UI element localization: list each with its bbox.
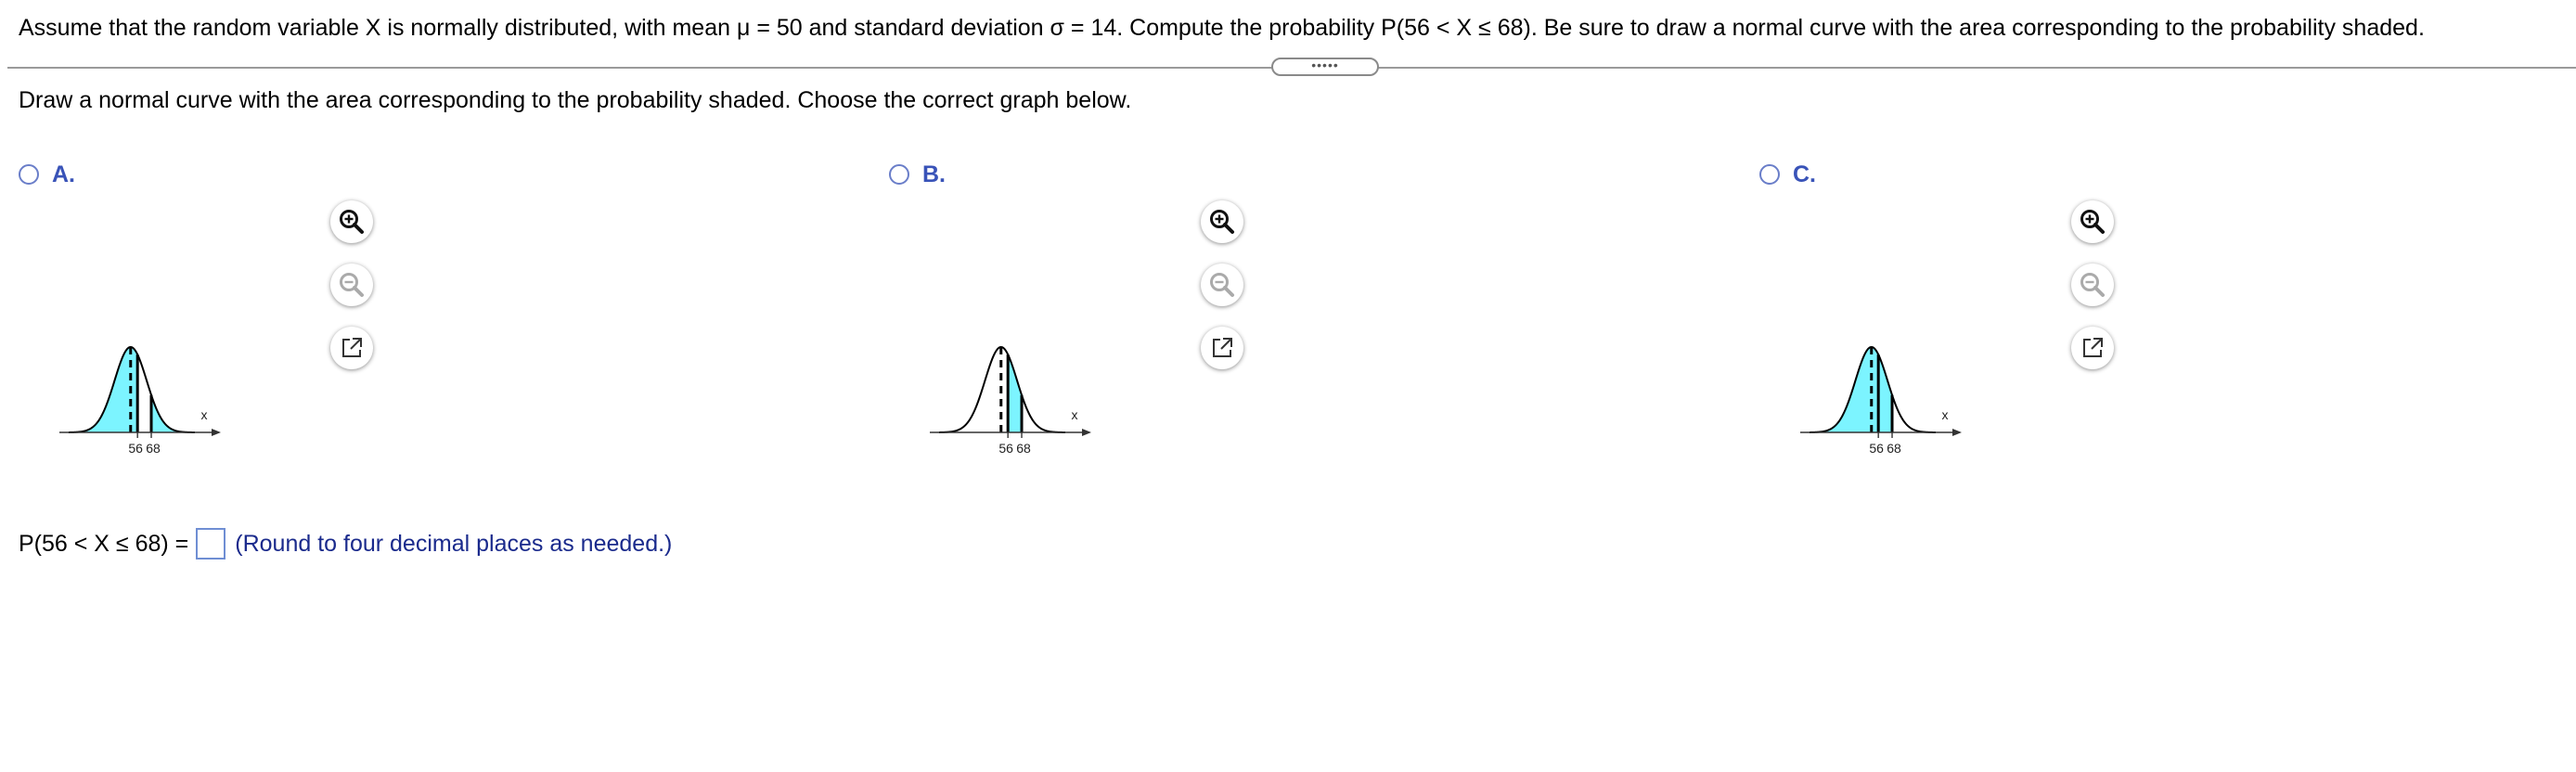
zoom-out-icon [340,273,364,297]
answer-prompt: P(56 < X ≤ 68) = [19,530,189,557]
option-c-zoom-in-button[interactable] [2071,200,2114,243]
option-a: A. 56 68 x [19,154,854,507]
zoom-out-icon [1210,273,1234,297]
zoom-in-icon [340,210,364,234]
option-b-normal-curve-graph: 56 68 x [930,345,1091,456]
option-b-popout-button[interactable] [1201,327,1243,369]
option-b-letter: B. [922,161,946,187]
shaded-area [69,347,138,432]
option-c-choice[interactable]: C. [1759,160,1816,189]
rounding-hint: (Round to four decimal places as needed.… [235,530,673,557]
option-a-letter: A. [52,161,75,187]
option-b-zoom-in-button[interactable] [1201,200,1243,243]
option-b-radio[interactable] [889,164,909,185]
option-c: C. 56 68 x [1759,154,2576,507]
option-b-zoom-out-button[interactable] [1201,264,1243,306]
open-in-new-window-icon [2083,338,2103,357]
zoom-in-icon [2080,210,2105,234]
tick-label: 68 [1016,441,1031,456]
x-axis-arrow [212,429,221,436]
x-axis-label: x [1942,407,1949,422]
option-b-choice[interactable]: B. [889,160,946,189]
question-text: Assume that the random variable X is nor… [19,15,2425,41]
x-axis-arrow [1952,429,1962,436]
option-a-popout-button[interactable] [330,327,373,369]
option-a-normal-curve-graph: 56 68 x [59,345,221,456]
x-axis-label: x [1072,407,1078,422]
tick-label: 56 [1869,441,1884,456]
open-in-new-window-icon [342,338,362,357]
tick-label: 68 [146,441,161,456]
option-c-normal-curve-graph: 56 68 x [1800,345,1962,456]
option-c-popout-button[interactable] [2071,327,2114,369]
tick-label: 68 [1887,441,1901,456]
option-a-radio[interactable] [19,164,39,185]
tick-label: 56 [128,441,143,456]
option-c-zoom-out-button[interactable] [2071,264,2114,306]
x-axis-label: x [201,407,208,422]
expand-question-handle[interactable]: ••••• [1271,58,1379,76]
option-a-zoom-in-button[interactable] [330,200,373,243]
answer-row: P(56 < X ≤ 68) = (Round to four decimal … [19,525,672,562]
instruction-text: Draw a normal curve with the area corres… [19,87,1132,113]
zoom-out-icon [2080,273,2105,297]
tick-label: 56 [998,441,1013,456]
option-a-zoom-out-button[interactable] [330,264,373,306]
zoom-in-icon [1210,210,1234,234]
option-c-radio[interactable] [1759,164,1780,185]
x-axis-arrow [1082,429,1091,436]
option-b: B. 56 68 x [889,154,1724,507]
shaded-area [1008,354,1023,432]
open-in-new-window-icon [1213,338,1232,357]
probability-answer-input[interactable] [196,528,226,560]
option-a-choice[interactable]: A. [19,160,75,189]
option-c-letter: C. [1793,161,1816,187]
